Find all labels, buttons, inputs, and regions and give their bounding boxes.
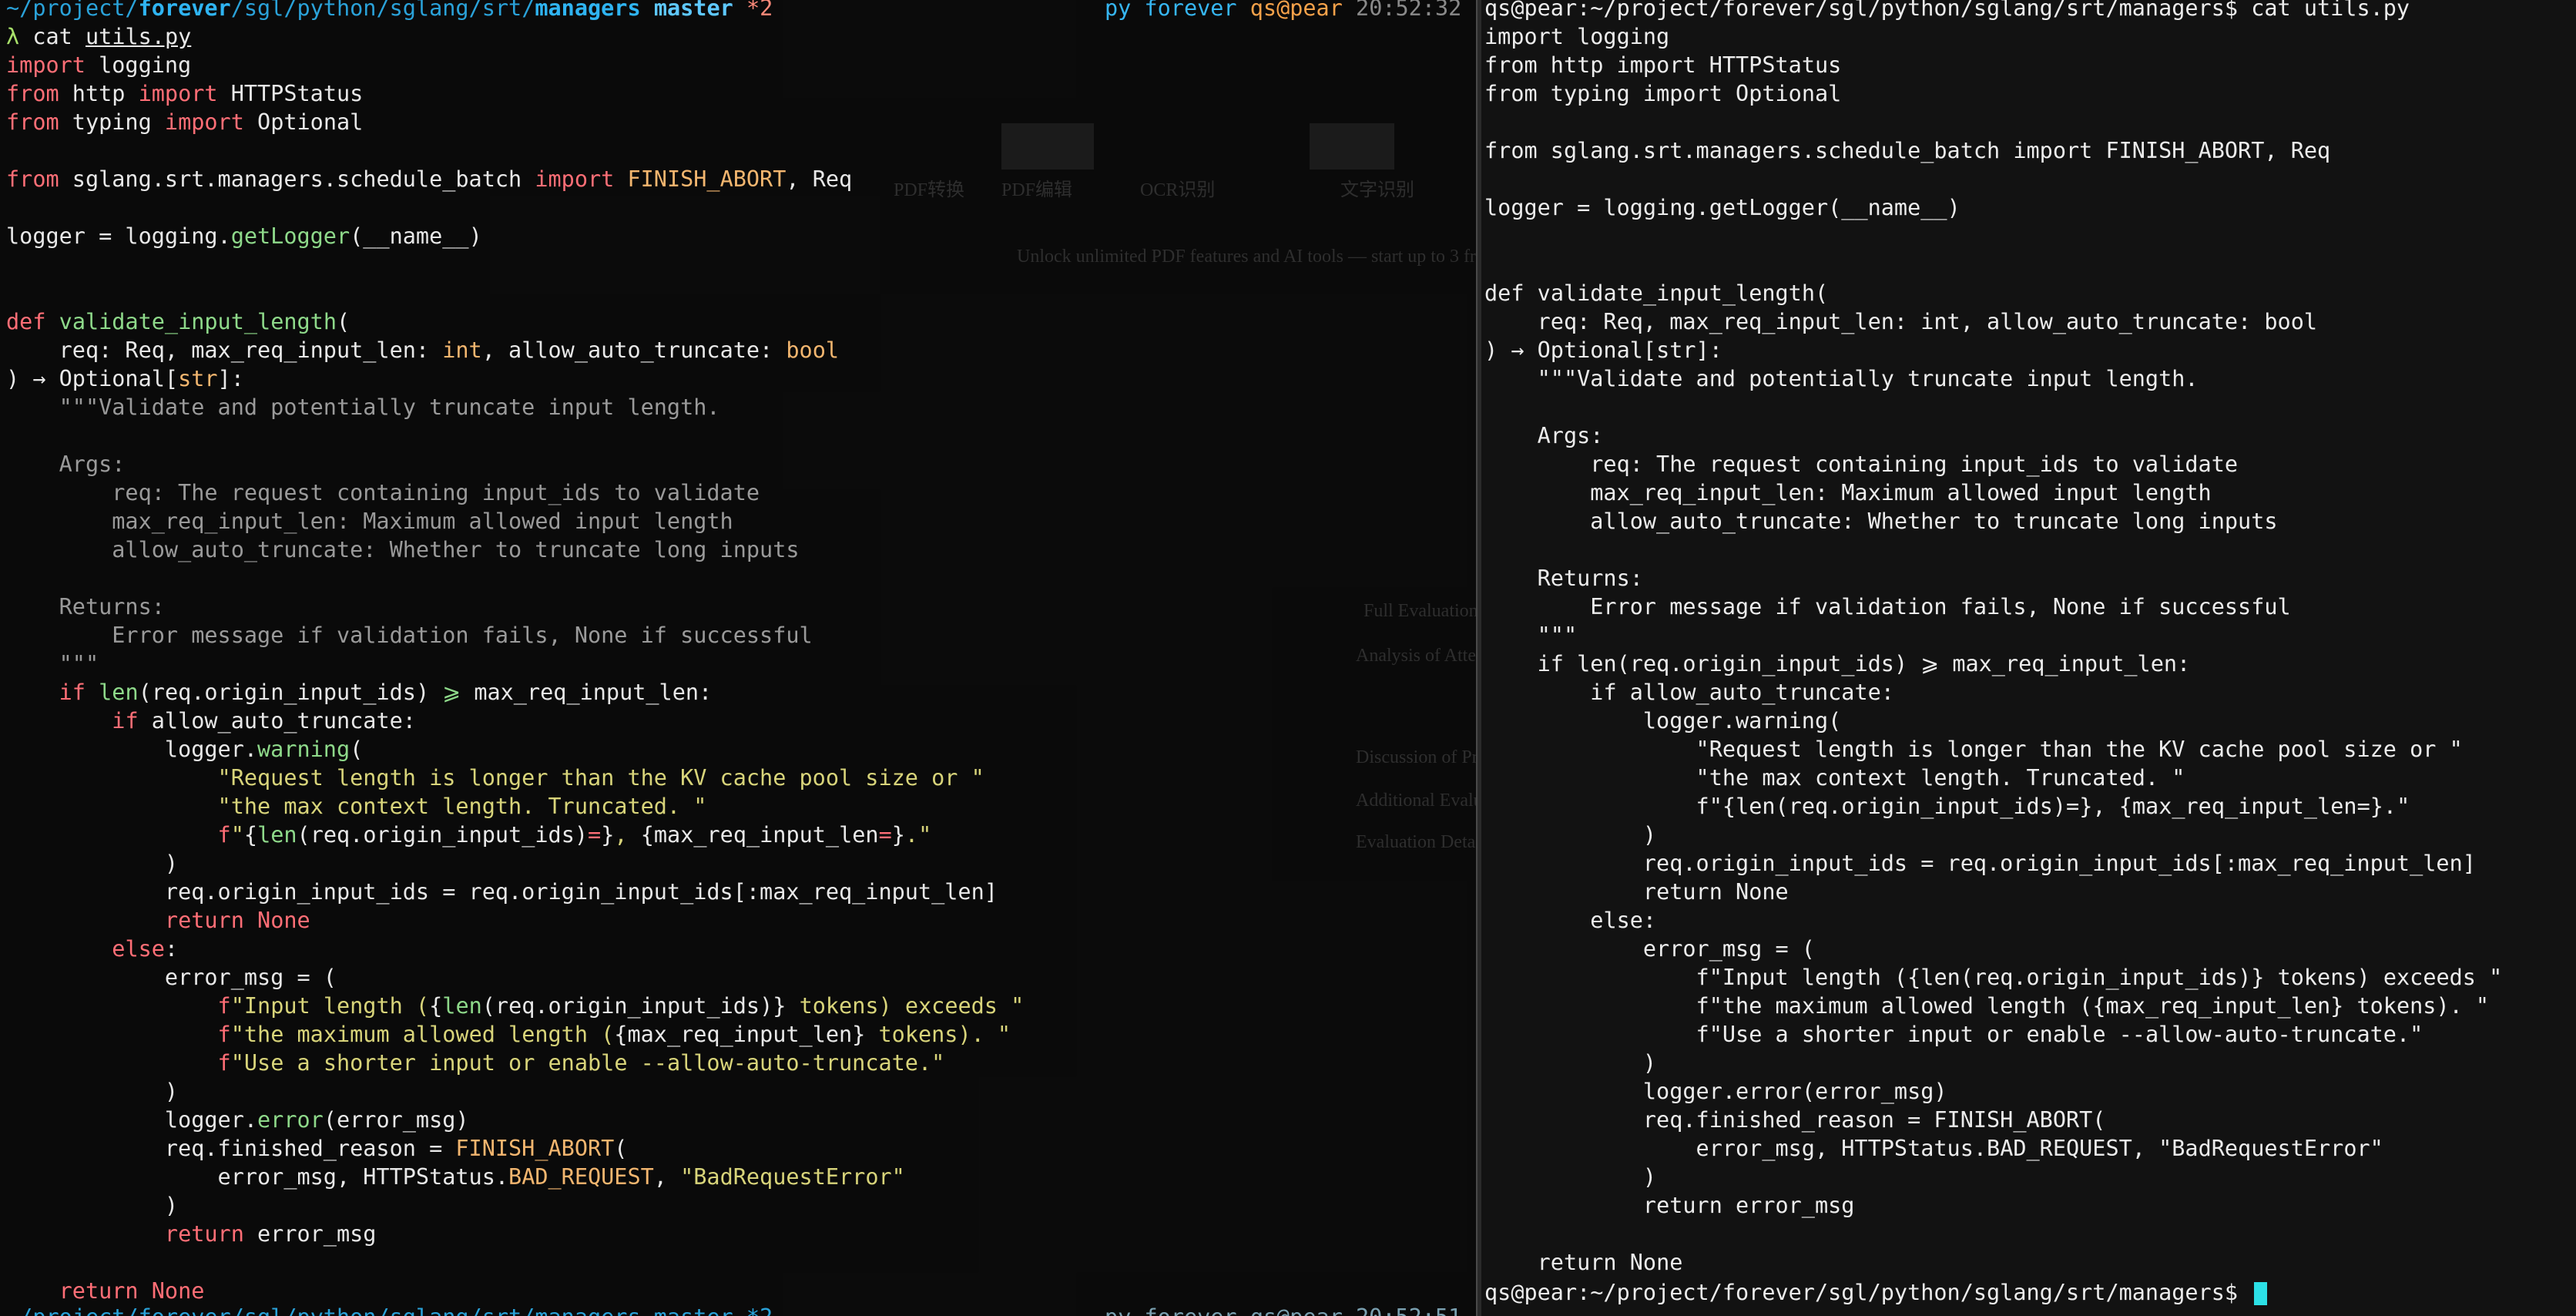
left-bottom-status: ~/project/forever/sgl/python/sglang/srt/… xyxy=(6,1303,773,1316)
code-line: from http import HTTPStatus xyxy=(1484,52,1842,78)
code-line: error_msg, HTTPStatus.BAD_REQUEST, "BadR… xyxy=(6,1164,905,1190)
left-terminal-pane[interactable]: Unlock unlimited PDF features and AI too… xyxy=(0,0,1476,1316)
right-terminal-pane[interactable]: qs@pear:~/project/forever/sgl/python/sgl… xyxy=(1481,0,2576,1316)
code-line: return error_msg xyxy=(164,1221,377,1247)
code-line: allow_auto_truncate: Whether to truncate… xyxy=(1484,509,2278,534)
code-line: f"the maximum allowed length ({max_req_i… xyxy=(217,1022,1011,1047)
prompt-lambda-icon: λ xyxy=(6,24,20,49)
code-line: ) → Optional[str]: xyxy=(1484,337,1722,363)
left-bottom-status-right: py forever qs@pear 20:52:51 xyxy=(1105,1303,1461,1316)
left-prompt-line: λ cat utils.py xyxy=(6,24,192,49)
code-line: ) xyxy=(6,1079,179,1104)
code-line: logger.error(error_msg) xyxy=(1484,1079,1947,1104)
code-line: error_msg = ( xyxy=(6,965,337,990)
pane-divider[interactable] xyxy=(1476,0,1481,1316)
code-line: import logging xyxy=(6,52,192,78)
code-line: "the max context length. Truncated. " xyxy=(6,794,707,819)
code-line: req: The request containing input_ids to… xyxy=(1484,452,2239,477)
code-line: f"Use a shorter input or enable --allow-… xyxy=(217,1050,945,1076)
code-line: Args: xyxy=(1484,423,1604,448)
code-line: def validate_input_length( xyxy=(1484,280,1829,306)
code-line: else: xyxy=(1590,908,1657,933)
code-line: from sglang.srt.managers.schedule_batch … xyxy=(6,166,853,192)
code-line: logger.warning( xyxy=(6,737,364,762)
right-prompt-top: qs@pear:~/project/forever/sgl/python/sgl… xyxy=(1484,0,2410,21)
code-line: def validate_input_length( xyxy=(6,309,351,334)
code-line: """ xyxy=(1484,623,1578,648)
ghost-banner-text: Unlock unlimited PDF features and AI too… xyxy=(1017,247,1476,267)
code-line: req.origin_input_ids = req.origin_input_… xyxy=(1484,851,2476,876)
ghost-toc-item: Discussion of Pre-Training Data xyxy=(1356,747,1476,767)
code-line: import logging xyxy=(1484,24,1670,49)
code-line: max_req_input_len: Maximum allowed input… xyxy=(6,509,733,534)
code-line: if len(req.origin_input_ids) ⩾ max_req_i… xyxy=(59,680,713,705)
code-line: logger.warning( xyxy=(1484,708,1842,734)
code-line: ) → Optional[str]: xyxy=(6,366,244,391)
code-line: logger = logging.getLogger(__name__) xyxy=(6,223,482,249)
code-line: "Request length is longer than the KV ca… xyxy=(6,765,984,791)
code-line: return None xyxy=(1642,879,1789,905)
code-line: logger.error(error_msg) xyxy=(6,1107,469,1133)
code-line: max_req_input_len: Maximum allowed input… xyxy=(1484,480,2212,505)
ghost-toolbar-label: PDF转换 xyxy=(894,180,965,200)
code-line: f"Input length ({len(req.origin_input_id… xyxy=(1696,965,2503,990)
code-line: f"{len(req.origin_input_ids)=}, {max_req… xyxy=(217,822,932,848)
code-line: f"the maximum allowed length ({max_req_i… xyxy=(1696,993,2490,1019)
terminal-cursor xyxy=(2254,1282,2268,1305)
code-line: Args: xyxy=(6,452,126,477)
code-line: if allow_auto_truncate: xyxy=(1590,680,1894,705)
code-line: f"Input length ({len(req.origin_input_id… xyxy=(217,993,1025,1019)
code-line: req.finished_reason = FINISH_ABORT( xyxy=(1484,1107,2106,1133)
code-line: error_msg, HTTPStatus.BAD_REQUEST, "BadR… xyxy=(1484,1136,2383,1161)
ghost-toc-item: Evaluation Details xyxy=(1356,832,1476,852)
code-line: Error message if validation fails, None … xyxy=(1484,594,2291,619)
code-line: from typing import Optional xyxy=(6,109,364,135)
code-line: error_msg = ( xyxy=(1484,936,1815,962)
code-line: if len(req.origin_input_ids) ⩾ max_req_i… xyxy=(1537,651,2191,676)
code-line: return error_msg xyxy=(1642,1193,1855,1218)
code-line: Returns: xyxy=(6,594,165,619)
code-line: "the max context length. Truncated. " xyxy=(1484,765,2185,791)
ghost-toolbar-label: OCR识别 xyxy=(1140,180,1216,200)
code-line: ) xyxy=(1484,1050,1657,1076)
code-line: return None xyxy=(164,908,310,933)
left-status-right: py forever qs@pear 20:52:32 xyxy=(1105,0,1462,21)
code-line: else: xyxy=(112,936,179,962)
code-line: ) xyxy=(6,1193,179,1218)
code-line: if allow_auto_truncate: xyxy=(112,708,416,734)
code-line: return None xyxy=(59,1278,205,1304)
code-line: ) xyxy=(1484,1164,1657,1190)
code-line: from typing import Optional xyxy=(1484,81,1842,106)
code-line: allow_auto_truncate: Whether to truncate… xyxy=(6,537,800,562)
code-line: """Validate and potentially truncate inp… xyxy=(1484,366,2199,391)
ghost-toolbar-icon xyxy=(1001,123,1094,170)
left-status-path: ~/project/forever/sgl/python/sglang/srt/… xyxy=(6,0,773,21)
code-line: ) xyxy=(1484,822,1657,848)
code-line: "Request length is longer than the KV ca… xyxy=(1484,737,2463,762)
code-line: ) xyxy=(6,851,179,876)
right-prompt-bottom[interactable]: qs@pear:~/project/forever/sgl/python/sgl… xyxy=(1484,1278,2268,1307)
ghost-toolbar-label: 文字识别 xyxy=(1340,180,1414,200)
code-line: return None xyxy=(1537,1250,1683,1275)
ghost-toc-item: Analysis of Attention Heads xyxy=(1356,646,1476,666)
code-line: """Validate and potentially truncate inp… xyxy=(6,394,720,420)
terminal-window: Unlock unlimited PDF features and AI too… xyxy=(0,0,2576,1316)
code-line: from http import HTTPStatus xyxy=(6,81,364,106)
code-line: req.finished_reason = FINISH_ABORT( xyxy=(6,1136,628,1161)
code-line: Returns: xyxy=(1484,566,1643,591)
code-line: req.origin_input_ids = req.origin_input_… xyxy=(6,879,998,905)
code-line: req: Req, max_req_input_len: int, allow_… xyxy=(1484,309,2318,334)
code-line: req: The request containing input_ids to… xyxy=(6,480,760,505)
code-line: logger = logging.getLogger(__name__) xyxy=(1484,195,1961,220)
code-line: """ xyxy=(6,651,99,676)
code-line: f"{len(req.origin_input_ids)=}, {max_req… xyxy=(1696,794,2410,819)
ghost-toc-item: Additional Evaluation on Multi-task xyxy=(1356,791,1476,811)
ghost-toolbar-icon xyxy=(1310,123,1394,170)
ghost-toolbar-label: PDF编辑 xyxy=(1001,180,1073,200)
ghost-toc-item: Full Evaluation of MLLMs xyxy=(1363,601,1476,621)
code-line: f"Use a shorter input or enable --allow-… xyxy=(1696,1022,2423,1047)
code-line: req: Req, max_req_input_len: int, allow_… xyxy=(6,337,840,363)
code-line: from sglang.srt.managers.schedule_batch … xyxy=(1484,138,2331,163)
code-line: Error message if validation fails, None … xyxy=(6,623,813,648)
